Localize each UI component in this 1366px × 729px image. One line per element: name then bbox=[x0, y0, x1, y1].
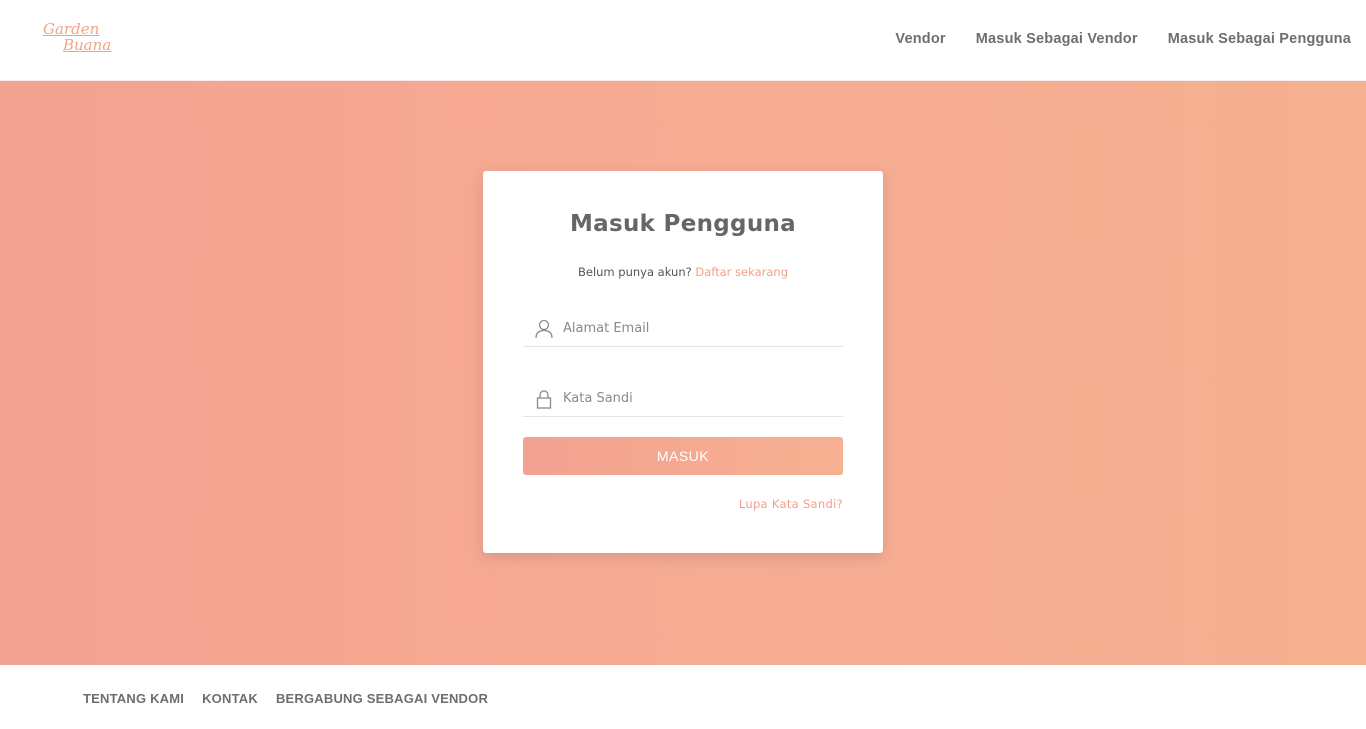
hero-background: Masuk Pengguna Belum punya akun? Daftar … bbox=[0, 81, 1366, 665]
brand-logo[interactable]: Garden Buana bbox=[43, 21, 111, 53]
user-icon bbox=[533, 318, 555, 340]
forgot-password-link[interactable]: Lupa Kata Sandi? bbox=[739, 497, 843, 511]
email-input[interactable] bbox=[563, 321, 833, 336]
brand-logo-line1: Garden bbox=[43, 20, 100, 38]
footer-link-contact[interactable]: KONTAK bbox=[202, 691, 258, 706]
footer-link-join-vendor[interactable]: BERGABUNG SEBAGAI VENDOR bbox=[276, 691, 488, 706]
brand-logo-line2: Buana bbox=[63, 36, 112, 54]
password-field-row bbox=[523, 381, 843, 417]
page-footer: TENTANG KAMI KONTAK BERGABUNG SEBAGAI VE… bbox=[0, 665, 1366, 729]
signup-link[interactable]: Daftar sekarang bbox=[695, 265, 788, 279]
login-title: Masuk Pengguna bbox=[569, 211, 796, 237]
top-header: Garden Buana Vendor Masuk Sebagai Vendor… bbox=[0, 0, 1366, 81]
email-field-row bbox=[523, 311, 843, 347]
nav-login-vendor[interactable]: Masuk Sebagai Vendor bbox=[976, 31, 1138, 47]
signup-prompt-row: Belum punya akun? Daftar sekarang bbox=[483, 265, 883, 279]
login-button[interactable]: MASUK bbox=[523, 437, 843, 475]
footer-link-about[interactable]: TENTANG KAMI bbox=[83, 691, 184, 706]
lock-icon bbox=[533, 388, 555, 410]
main-nav: Vendor Masuk Sebagai Vendor Masuk Sebaga… bbox=[895, 31, 1351, 47]
nav-login-user[interactable]: Masuk Sebagai Pengguna bbox=[1168, 31, 1351, 47]
nav-vendor[interactable]: Vendor bbox=[895, 31, 945, 47]
signup-prompt: Belum punya akun? bbox=[577, 265, 692, 279]
footer-links: TENTANG KAMI KONTAK BERGABUNG SEBAGAI VE… bbox=[83, 691, 488, 706]
password-input[interactable] bbox=[563, 391, 833, 406]
login-card: Masuk Pengguna Belum punya akun? Daftar … bbox=[483, 171, 883, 553]
